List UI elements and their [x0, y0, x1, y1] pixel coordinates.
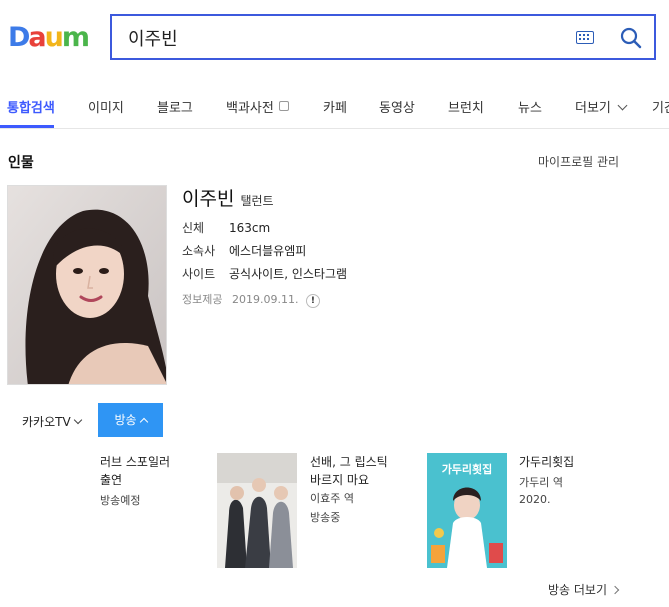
broadcast-more-link[interactable]: 방송 더보기 [548, 581, 620, 598]
tab-video[interactable]: 동영상 [379, 97, 415, 116]
show-2-poster[interactable] [217, 453, 297, 568]
height-value: 163cm [229, 221, 271, 235]
logo-letter-d: D [8, 22, 30, 53]
site-separator: , [284, 267, 292, 281]
official-site-link[interactable]: 공식사이트 [229, 267, 284, 281]
show-3-title-line1: 가두리횟집 [519, 455, 575, 469]
search-box [110, 14, 656, 60]
info-source-row: 정보제공 2019.09.11. ! [182, 291, 320, 308]
show-2-title[interactable]: 선배, 그 립스틱 바르지 마요 [310, 453, 388, 489]
subtab-kakao-tv[interactable]: 카카오TV [22, 413, 82, 430]
chevron-down-icon [73, 415, 82, 425]
tab-more[interactable]: 더보기 [575, 97, 628, 116]
tab-encyclopedia-label: 백과사전 [226, 101, 274, 116]
show-1-status: 방송예정 [100, 494, 141, 507]
show-3-status: 2020. [519, 493, 551, 506]
tabs-divider [0, 128, 669, 129]
tab-blog[interactable]: 블로그 [157, 97, 193, 116]
source-date: 2019.09.11. [231, 293, 299, 306]
show-1-title-line2: 출연 [100, 473, 123, 487]
my-profile-manage-link[interactable]: 마이프로필 관리 [538, 153, 619, 170]
person-role: 탤런트 [240, 194, 274, 208]
chevron-up-icon [139, 417, 148, 427]
logo-letter-a: a [28, 22, 46, 53]
person-name: 이주빈 [182, 188, 235, 210]
show-3-poster[interactable]: 가두리횟집 [427, 453, 507, 568]
info-row-height: 신체 163cm [182, 219, 270, 236]
search-tabs: 통합검색 이미지 블로그 백과사전 카페 동영상 브런치 뉴스 더보기 기간 [0, 92, 669, 128]
search-input[interactable] [126, 24, 570, 52]
info-row-agency: 소속사 에스더블유엠피 [182, 242, 306, 259]
tab-period[interactable]: 기간 [652, 97, 669, 116]
show-3-title[interactable]: 가두리횟집 [519, 453, 574, 471]
show-3-role: 가두리 역 [519, 476, 563, 489]
report-icon[interactable]: ! [305, 294, 320, 308]
tab-cafe[interactable]: 카페 [323, 97, 347, 116]
tab-news[interactable]: 뉴스 [518, 97, 542, 116]
keyboard-icon[interactable] [576, 31, 594, 44]
broadcast-more-label: 방송 더보기 [548, 583, 608, 597]
info-row-site: 사이트 공식사이트, 인스타그램 [182, 265, 347, 282]
tab-image[interactable]: 이미지 [88, 97, 124, 116]
chevron-right-icon [610, 585, 620, 595]
show-1-title-line1: 러브 스포일러 [100, 455, 171, 469]
logo-letter-u: u [44, 22, 64, 53]
person-photo[interactable] [7, 185, 167, 385]
agency-label: 소속사 [182, 244, 216, 258]
subtab-broadcast[interactable]: 방송 [98, 403, 163, 437]
subtab-kakao-tv-label: 카카오TV [22, 415, 71, 429]
agency-value[interactable]: 에스더블유엠피 [229, 244, 306, 258]
tab-more-label: 더보기 [575, 101, 611, 116]
tab-integrated[interactable]: 통합검색 [7, 97, 55, 116]
show-2-title-line1: 선배, 그 립스틱 [310, 455, 388, 469]
site-label: 사이트 [182, 267, 216, 281]
search-icon[interactable] [620, 27, 642, 49]
height-label: 신체 [182, 221, 205, 235]
show-2-status: 방송중 [310, 511, 341, 524]
instagram-link[interactable]: 인스타그램 [292, 267, 347, 281]
daum-logo[interactable]: Daum [8, 22, 90, 53]
subtab-broadcast-label: 방송 [114, 413, 137, 427]
svg-text:가두리횟집: 가두리횟집 [442, 462, 493, 476]
logo-letter-m: m [61, 22, 90, 53]
show-2-title-line2: 바르지 마요 [310, 473, 370, 487]
person-name-row: 이주빈 탤런트 [182, 184, 274, 211]
tab-encyclopedia[interactable]: 백과사전 [226, 97, 289, 116]
tab-brunch[interactable]: 브런치 [448, 97, 484, 116]
section-title: 인물 [8, 155, 34, 171]
source-label: 정보제공 [182, 293, 223, 306]
show-2-role: 이효주 역 [310, 492, 354, 505]
show-1-title[interactable]: 러브 스포일러 출연 [100, 453, 170, 489]
dictionary-icon [278, 101, 289, 111]
chevron-down-icon [617, 100, 628, 111]
